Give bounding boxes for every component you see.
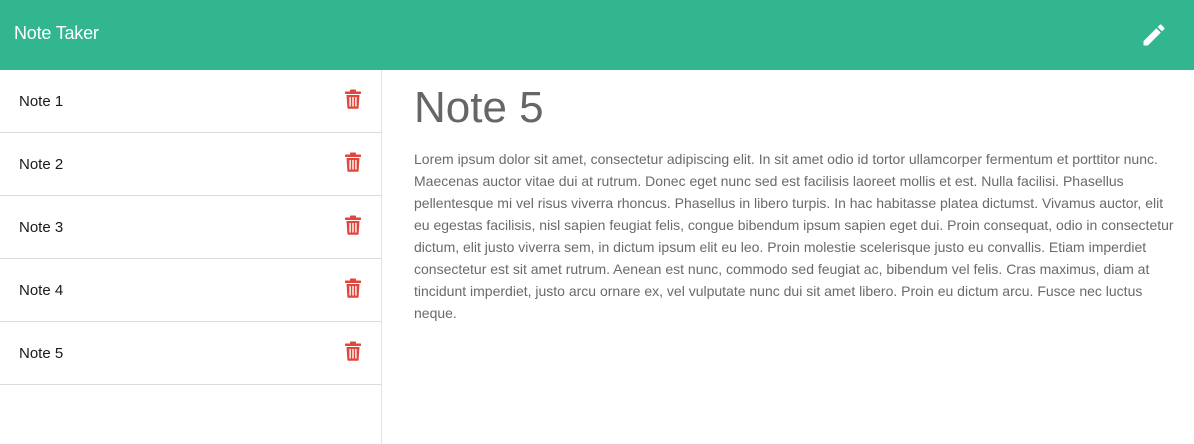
trash-icon	[345, 215, 361, 235]
note-list: Note 1 Note 2 Note 3 Note 4 Note 5	[0, 70, 381, 385]
delete-note-button[interactable]	[344, 341, 362, 361]
trash-icon	[345, 152, 361, 172]
note-title-field[interactable]: Note 5	[414, 82, 1170, 134]
trash-icon	[345, 278, 361, 298]
note-text-area[interactable]: Lorem ipsum dolor sit amet, consectetur …	[414, 148, 1174, 324]
note-sidebar: Note 1 Note 2 Note 3 Note 4 Note 5	[0, 70, 382, 444]
delete-note-button[interactable]	[344, 89, 362, 109]
note-title: Note 2	[19, 156, 64, 173]
delete-note-button[interactable]	[344, 215, 362, 235]
note-title: Note 4	[19, 282, 64, 299]
app-title[interactable]: Note Taker	[14, 23, 99, 44]
note-list-item[interactable]: Note 4	[0, 259, 381, 322]
delete-note-button[interactable]	[344, 152, 362, 172]
note-list-item[interactable]: Note 2	[0, 133, 381, 196]
note-list-item[interactable]: Note 5	[0, 322, 381, 385]
note-list-item[interactable]: Note 3	[0, 196, 381, 259]
note-editor: Note 5 Lorem ipsum dolor sit amet, conse…	[382, 70, 1194, 444]
trash-icon	[345, 89, 361, 109]
delete-note-button[interactable]	[344, 278, 362, 298]
pencil-icon	[1143, 24, 1165, 46]
note-title: Note 5	[19, 345, 64, 362]
note-title: Note 3	[19, 219, 64, 236]
note-title: Note 1	[19, 93, 64, 110]
new-note-button[interactable]	[1140, 21, 1168, 49]
note-list-item[interactable]: Note 1	[0, 70, 381, 133]
navbar: Note Taker	[0, 0, 1194, 70]
trash-icon	[345, 341, 361, 361]
